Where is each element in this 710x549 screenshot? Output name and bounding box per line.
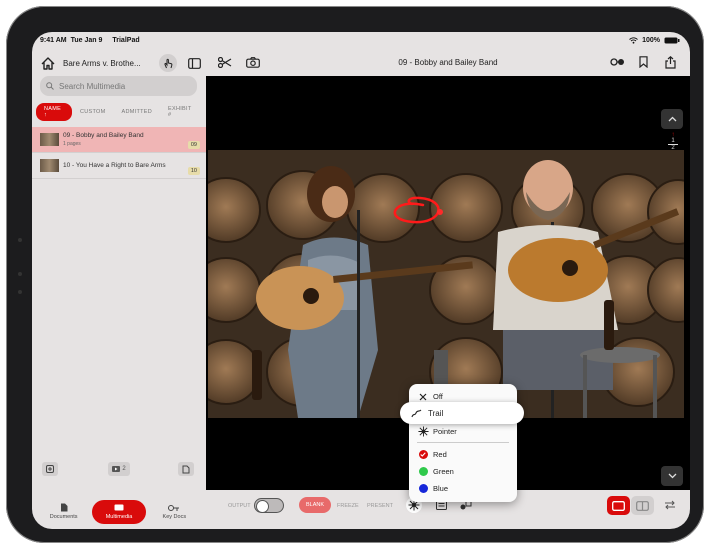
search-field[interactable]: Search Multimedia xyxy=(40,76,197,96)
menu-item-pointer[interactable]: Pointer xyxy=(409,423,517,440)
camera-dot xyxy=(18,290,22,294)
present-button[interactable]: PRESENT xyxy=(367,503,393,509)
case-header: Bare Arms v. Brothe... xyxy=(32,50,206,76)
menu-label: Pointer xyxy=(433,427,457,436)
tab-label: Key Docs xyxy=(162,514,187,520)
single-pane-icon xyxy=(612,500,625,511)
sidebar: 9:41 AM Tue Jan 9 TrialPad Bare Arms v. … xyxy=(32,32,206,529)
sidebar-footer: 2 xyxy=(32,462,206,478)
status-right: 100% xyxy=(629,32,680,48)
page-indicator: ↑ 1 2 xyxy=(663,132,683,151)
status-left: 9:41 AM Tue Jan 9 TrialPad xyxy=(40,32,140,48)
swap-arrows-icon[interactable] xyxy=(664,500,676,510)
item-name: 10 - You Have a Right to Bare Arms xyxy=(63,162,166,169)
top-toolbar: 09 - Bobby and Bailey Band xyxy=(206,48,690,76)
tab-label: Multimedia xyxy=(105,513,133,520)
document-share-icon xyxy=(182,465,190,473)
share-icon[interactable] xyxy=(665,55,676,69)
link-docs-icon[interactable] xyxy=(610,56,626,68)
share-doc-button[interactable] xyxy=(178,462,194,476)
list-item[interactable]: 09 - Bobby and Bailey Band 1 pages 09 xyxy=(32,127,206,153)
color-option-green[interactable]: Green xyxy=(409,463,517,480)
output-toggle[interactable] xyxy=(254,498,284,513)
close-icon xyxy=(417,393,429,401)
tab-multimedia[interactable]: Multimedia xyxy=(91,499,146,524)
blue-dot-icon xyxy=(417,484,429,493)
camera-dot xyxy=(18,272,22,276)
wifi-icon xyxy=(629,36,638,44)
chevron-up-icon xyxy=(668,116,676,122)
home-icon[interactable] xyxy=(38,56,58,70)
menu-label: Green xyxy=(433,467,454,476)
touch-hand-icon[interactable] xyxy=(159,54,177,72)
split-pane-icon xyxy=(636,500,649,511)
page-total: 2 xyxy=(668,144,678,151)
pointer-burst-icon xyxy=(417,426,429,437)
color-option-red[interactable]: Red xyxy=(409,446,517,463)
tab-label: Documents xyxy=(49,514,78,520)
video-thumbnail xyxy=(40,159,59,172)
chevron-down-icon xyxy=(668,473,676,479)
page-current: 1 xyxy=(671,138,675,144)
status-time: 9:41 AM xyxy=(40,36,67,44)
single-layout-button[interactable] xyxy=(607,496,630,515)
plus-square-icon xyxy=(46,465,54,473)
sort-tab-custom[interactable]: CUSTOM xyxy=(72,106,114,118)
ipad-frame: 9:41 AM Tue Jan 9 TrialPad Bare Arms v. … xyxy=(6,6,704,543)
sort-tab-admitted[interactable]: ADMITTED xyxy=(114,106,161,118)
color-option-blue[interactable]: Blue xyxy=(409,480,517,497)
previous-page-button[interactable] xyxy=(661,109,683,129)
list-item[interactable]: 10 - You Have a Right to Bare Arms 10 xyxy=(32,153,206,179)
next-page-button[interactable] xyxy=(661,466,683,486)
freeze-button[interactable]: FREEZE xyxy=(337,503,359,509)
tab-documents[interactable]: Documents xyxy=(37,500,91,524)
sidebar-toggle-icon[interactable] xyxy=(185,57,203,69)
menu-label: Off xyxy=(433,392,443,401)
status-bar: 100% xyxy=(206,32,690,48)
bottom-tab-bar: Documents Multimedia Key Docs xyxy=(32,494,206,529)
status-date: Tue Jan 9 xyxy=(70,36,103,44)
battery-percent: 100% xyxy=(642,36,660,44)
sort-tab-name[interactable]: NAME ↑ xyxy=(36,103,72,121)
menu-item-trail[interactable]: Trail xyxy=(400,402,524,424)
item-name: 09 - Bobby and Bailey Band xyxy=(63,132,144,139)
bookmark-icon[interactable] xyxy=(639,56,648,68)
screen: 9:41 AM Tue Jan 9 TrialPad Bare Arms v. … xyxy=(32,32,690,529)
video-thumbnail xyxy=(40,133,59,146)
split-layout-button[interactable] xyxy=(631,496,654,515)
status-app: TrialPad xyxy=(112,36,140,44)
green-dot-icon xyxy=(417,467,429,476)
blank-button[interactable]: BLANK xyxy=(299,497,331,513)
tab-key-docs[interactable]: Key Docs xyxy=(147,500,201,524)
menu-label: Trail xyxy=(428,408,444,418)
sort-tab-exhibit[interactable]: EXHIBIT # xyxy=(160,103,202,121)
case-title[interactable]: Bare Arms v. Brothe... xyxy=(63,59,153,68)
key-docs-icon xyxy=(168,505,180,511)
menu-label: Red xyxy=(433,450,447,459)
menu-label: Blue xyxy=(433,484,449,493)
media-count-button[interactable]: 2 xyxy=(108,462,130,476)
output-label: OUTPUT xyxy=(228,503,251,509)
video-still xyxy=(208,150,684,418)
menu-divider xyxy=(417,442,509,443)
media-count: 2 xyxy=(122,466,126,472)
exhibit-badge: 10 xyxy=(187,167,200,175)
item-pages: 1 pages xyxy=(63,141,81,147)
trail-icon xyxy=(410,409,422,418)
battery-icon xyxy=(664,37,680,43)
document-icon xyxy=(60,503,68,512)
exhibit-badge: 09 xyxy=(187,141,200,149)
search-placeholder: Search Multimedia xyxy=(59,81,126,91)
monitor-icon xyxy=(114,504,124,510)
camera-dot xyxy=(18,238,22,242)
video-icon xyxy=(112,466,121,472)
red-check-icon xyxy=(417,450,429,459)
sort-tabs: NAME ↑ CUSTOM ADMITTED EXHIBIT # xyxy=(36,103,202,121)
add-item-button[interactable] xyxy=(42,462,58,476)
video-frame[interactable] xyxy=(208,150,684,418)
search-icon xyxy=(46,82,54,90)
